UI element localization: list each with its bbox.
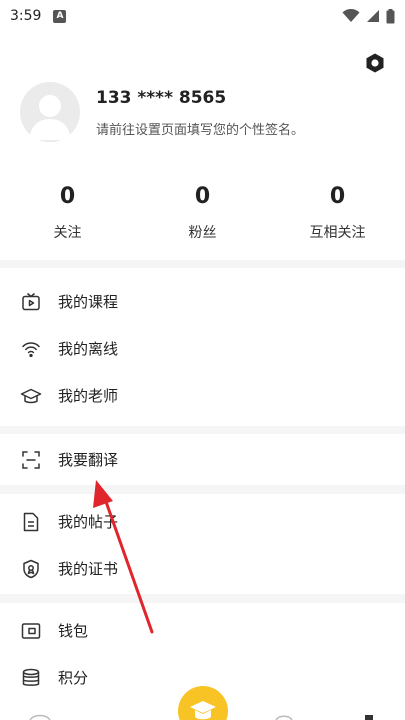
shield-icon bbox=[20, 558, 42, 580]
menu-item-translate[interactable]: 我要翻译 bbox=[0, 436, 405, 483]
stat-followers[interactable]: 0 粉丝 bbox=[135, 184, 270, 242]
user-name[interactable]: 133 **** 8565 bbox=[96, 88, 226, 108]
graduation-cap-icon bbox=[190, 701, 216, 720]
stat-value: 0 bbox=[59, 184, 76, 209]
menu-item-teachers[interactable]: 我的老师 bbox=[0, 372, 405, 419]
menu-group-translate: 我要翻译 bbox=[0, 434, 405, 485]
scan-icon bbox=[20, 449, 42, 471]
menu-item-certificates[interactable]: 我的证书 bbox=[0, 545, 405, 592]
menu-item-posts[interactable]: 我的帖子 bbox=[0, 498, 405, 545]
stats-row: 0 关注 0 粉丝 0 互相关注 bbox=[0, 184, 405, 242]
stat-value: 0 bbox=[194, 184, 211, 209]
menu-label: 钱包 bbox=[58, 622, 89, 640]
menu-group-learning: 我的课程 我的离线 我的老师 bbox=[0, 268, 405, 426]
tv-icon bbox=[20, 291, 42, 313]
menu-label: 我的课程 bbox=[58, 293, 119, 311]
status-time: 3:59 bbox=[10, 8, 42, 24]
menu-label: 我的帖子 bbox=[58, 513, 119, 531]
menu-item-wallet[interactable]: 钱包 bbox=[0, 607, 405, 654]
graduation-cap-icon bbox=[20, 385, 42, 407]
nav-discover-icon[interactable] bbox=[270, 712, 298, 720]
stat-label: 粉丝 bbox=[188, 225, 217, 241]
menu-label: 我的老师 bbox=[58, 387, 119, 405]
menu-label: 积分 bbox=[58, 669, 89, 687]
status-bar: 3:59 A bbox=[0, 0, 405, 32]
wifi-icon bbox=[342, 9, 360, 22]
wifi-icon bbox=[20, 338, 42, 360]
menu-item-offline[interactable]: 我的离线 bbox=[0, 325, 405, 372]
stat-label: 互相关注 bbox=[309, 225, 366, 241]
stat-value: 0 bbox=[329, 184, 346, 209]
battery-icon bbox=[386, 8, 395, 23]
status-icons bbox=[342, 8, 395, 24]
document-icon bbox=[20, 511, 42, 533]
stat-mutual[interactable]: 0 互相关注 bbox=[270, 184, 405, 242]
stat-following[interactable]: 0 关注 bbox=[0, 184, 135, 242]
menu-label: 我要翻译 bbox=[58, 451, 119, 469]
nav-home-icon[interactable] bbox=[26, 712, 54, 720]
avatar[interactable] bbox=[20, 82, 80, 142]
default-avatar-icon bbox=[20, 82, 80, 142]
database-icon bbox=[20, 667, 42, 689]
settings-hexagon-icon bbox=[366, 53, 384, 73]
menu-label: 我的离线 bbox=[58, 340, 119, 358]
menu-group-content: 我的帖子 我的证书 bbox=[0, 494, 405, 594]
settings-button[interactable] bbox=[362, 50, 388, 76]
menu-label: 我的证书 bbox=[58, 560, 119, 578]
signal-icon bbox=[367, 10, 379, 22]
menu-item-courses[interactable]: 我的课程 bbox=[0, 278, 405, 325]
stat-label: 关注 bbox=[53, 225, 82, 241]
nav-profile-icon[interactable] bbox=[355, 712, 383, 720]
user-signature[interactable]: 请前往设置页面填写您的个性签名。 bbox=[96, 119, 304, 138]
notification-icon: A bbox=[53, 9, 67, 23]
profile-section: 133 **** 8565 请前往设置页面填写您的个性签名。 0 关注 0 粉丝… bbox=[0, 32, 405, 260]
wallet-icon bbox=[20, 620, 42, 642]
